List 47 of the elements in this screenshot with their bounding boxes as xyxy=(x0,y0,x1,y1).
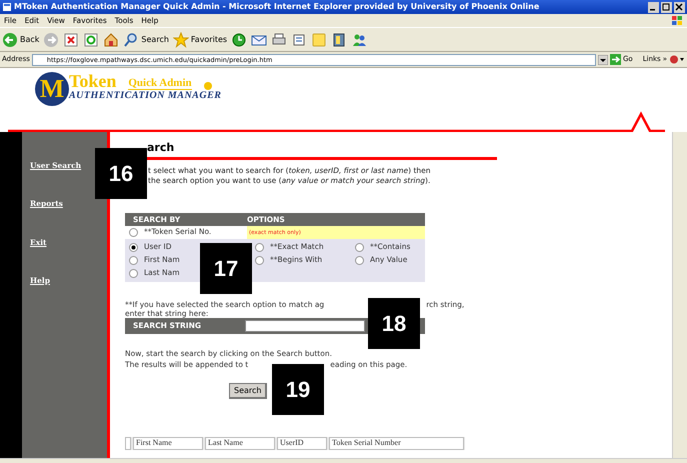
minimize-button[interactable] xyxy=(648,2,659,12)
toolbar-label[interactable]: Favorites xyxy=(190,34,228,46)
callout-number: 19 xyxy=(272,364,324,415)
logo-letter: M xyxy=(35,72,69,106)
column-header: Token Serial Number xyxy=(329,436,464,450)
radio-button[interactable] xyxy=(355,256,364,264)
maximize-button[interactable] xyxy=(661,2,672,12)
close-button[interactable] xyxy=(674,2,685,12)
dot-icon xyxy=(204,82,212,90)
toolbar-label[interactable]: Back xyxy=(20,34,40,46)
callout-number: 18 xyxy=(368,298,420,349)
column-header: UserID xyxy=(277,436,327,450)
stop-icon[interactable] xyxy=(63,32,80,48)
dropdown-arrow-icon[interactable] xyxy=(598,54,608,64)
search-button[interactable]: Search xyxy=(229,382,268,398)
callout-number: 17 xyxy=(200,243,252,294)
tool-icon[interactable] xyxy=(669,54,685,65)
window-title: MToken Authentication Manager Quick Admin - Microsoft Internet Explorer provided by University of Phoenix Online xyxy=(14,1,540,13)
search-icon[interactable] xyxy=(123,32,140,48)
column-header: Last Name xyxy=(205,436,275,450)
people-icon[interactable] xyxy=(351,32,368,48)
callout-number: 16 xyxy=(95,148,147,199)
refresh-icon[interactable] xyxy=(83,32,100,48)
column-header: First Name xyxy=(133,436,203,450)
printer-icon[interactable] xyxy=(271,32,288,48)
logo-tagline: AUTHENTICATION MANAGER xyxy=(69,90,222,101)
history-icon[interactable] xyxy=(231,32,248,48)
windows-logo-icon xyxy=(671,15,683,26)
radio-button[interactable] xyxy=(129,242,138,252)
radio-button[interactable] xyxy=(129,268,138,278)
window-icon xyxy=(2,2,12,12)
logo-title: Token xyxy=(69,72,116,90)
logo-subtitle: Quick Admin xyxy=(128,77,192,90)
search-string-field[interactable] xyxy=(245,320,365,332)
vertical-scrollbar[interactable] xyxy=(672,132,687,458)
radio-button[interactable] xyxy=(129,228,138,236)
book-icon[interactable] xyxy=(331,32,348,48)
radio-button[interactable] xyxy=(255,256,264,264)
radio-button[interactable] xyxy=(355,242,364,252)
back-icon[interactable] xyxy=(2,32,18,48)
toolbar-label[interactable]: Search xyxy=(141,34,169,46)
star-icon[interactable] xyxy=(172,32,189,48)
edit-icon[interactable] xyxy=(291,32,308,48)
radio-button[interactable] xyxy=(129,256,138,264)
horizontal-scrollbar[interactable] xyxy=(0,458,687,463)
home-icon[interactable] xyxy=(103,32,120,48)
radio-button[interactable] xyxy=(255,242,264,252)
